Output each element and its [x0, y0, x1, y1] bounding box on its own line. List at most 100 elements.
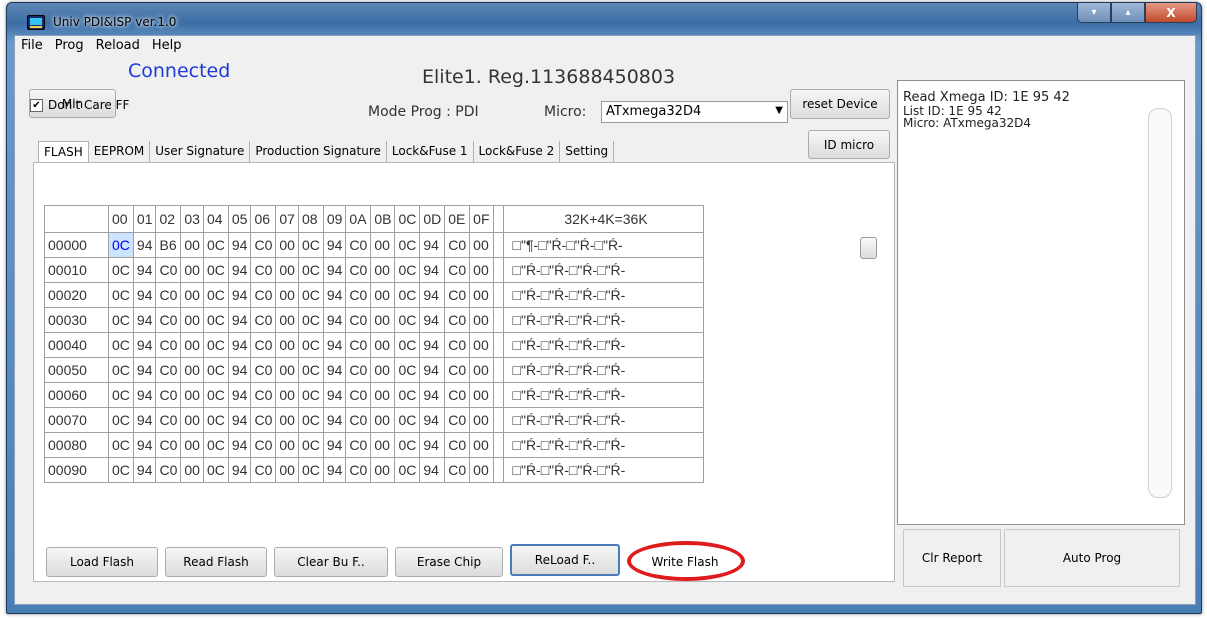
hex-cell[interactable]: C0 — [155, 257, 182, 283]
ascii-cell[interactable]: □"Ŕ-□"Ŕ-□"Ŕ-□"Ŕ- — [502, 432, 704, 458]
hex-cell[interactable]: 0C — [394, 232, 421, 258]
hex-cell[interactable]: 00 — [275, 232, 299, 258]
menu-reload[interactable]: Reload — [90, 36, 146, 56]
hex-row[interactable]: 00030 0C 94 C0 00 0C 94 C0 00 0C 94 C0 00 0C 94 C0 00 □"Ŕ… — [44, 307, 704, 333]
hex-cell[interactable]: C0 — [444, 307, 471, 333]
hex-cell[interactable]: 0C — [394, 457, 421, 483]
hex-row[interactable]: 00020 0C 94 C0 00 0C 94 C0 00 0C 94 C0 00 0C 94 C0 00 □"Ŕ… — [44, 282, 704, 308]
hex-cell[interactable]: C0 — [444, 357, 471, 383]
hex-cell[interactable]: 0C — [108, 357, 134, 383]
hex-cell[interactable]: 94 — [322, 282, 347, 308]
hex-cell[interactable]: 94 — [132, 232, 157, 258]
hex-cell[interactable]: C0 — [250, 432, 277, 458]
reset-device-button[interactable]: reset Device — [790, 89, 890, 119]
ascii-cell[interactable]: □"Ŕ-□"Ŕ-□"Ŕ-□"Ŕ- — [502, 357, 704, 383]
hex-cell[interactable]: 0C — [202, 432, 229, 458]
ascii-cell[interactable]: □"Ŕ-□"Ŕ-□"Ŕ-□"Ŕ- — [502, 407, 704, 433]
ascii-cell[interactable]: □"Ŕ-□"Ŕ-□"Ŕ-□"Ŕ- — [502, 332, 704, 358]
hex-row[interactable]: 00000 0C 94 B6 00 0C 94 C0 00 0C 94 C0 00 0C 94 C0 00 □"¶… — [44, 232, 704, 258]
hex-cell[interactable]: 94 — [322, 432, 347, 458]
hex-cell[interactable]: 00 — [275, 407, 299, 433]
hex-cell[interactable]: 0C — [108, 232, 134, 258]
hex-cell[interactable]: 00 — [370, 357, 396, 383]
hex-cell[interactable]: C0 — [250, 457, 277, 483]
hex-cell[interactable]: 94 — [322, 232, 347, 258]
hex-cell[interactable]: 00 — [370, 332, 396, 358]
grid-scroll-thumb[interactable] — [860, 237, 877, 259]
ascii-cell[interactable]: □"Ŕ-□"Ŕ-□"Ŕ-□"Ŕ- — [502, 457, 704, 483]
hex-cell[interactable]: 94 — [227, 382, 252, 408]
hex-cell[interactable]: C0 — [250, 357, 277, 383]
hex-cell[interactable]: 0C — [394, 407, 421, 433]
hex-cell[interactable]: 00 — [370, 282, 396, 308]
hex-cell[interactable]: 0C — [297, 382, 324, 408]
hex-cell[interactable]: 94 — [322, 382, 347, 408]
hex-cell[interactable]: 00 — [180, 457, 204, 483]
hex-cell[interactable]: 00 — [370, 382, 396, 408]
hex-row[interactable]: 00010 0C 94 C0 00 0C 94 C0 00 0C 94 C0 00 0C 94 C0 00 □"Ŕ… — [44, 257, 704, 283]
hex-cell[interactable]: 00 — [469, 432, 494, 458]
hex-cell[interactable]: 0C — [394, 282, 421, 308]
hex-cell[interactable]: 94 — [419, 232, 446, 258]
hex-cell[interactable]: 0C — [394, 307, 421, 333]
hex-cell[interactable]: 94 — [227, 332, 252, 358]
title-bar[interactable]: Univ PDI&ISP ver.1.0 ▾ ▴ X — [7, 3, 1201, 35]
hex-cell[interactable]: 94 — [322, 357, 347, 383]
close-button[interactable]: X — [1145, 3, 1197, 23]
hex-cell[interactable]: 00 — [275, 457, 299, 483]
hex-row[interactable]: 00050 0C 94 C0 00 0C 94 C0 00 0C 94 C0 00 0C 94 C0 00 □"Ŕ… — [44, 357, 704, 383]
hex-cell[interactable]: C0 — [345, 307, 372, 333]
hex-cell[interactable]: 00 — [469, 232, 494, 258]
hex-cell[interactable]: 00 — [180, 232, 204, 258]
hex-cell[interactable]: 00 — [469, 307, 494, 333]
hex-row[interactable]: 00070 0C 94 C0 00 0C 94 C0 00 0C 94 C0 00 0C 94 C0 00 □"Ŕ… — [44, 407, 704, 433]
hex-cell[interactable]: 0C — [297, 282, 324, 308]
hex-cell[interactable]: 0C — [108, 457, 134, 483]
hex-cell[interactable]: C0 — [444, 332, 471, 358]
clear-buffer-button[interactable]: Clear Bu F.. — [274, 547, 388, 577]
hex-cell[interactable]: 00 — [469, 357, 494, 383]
hex-cell[interactable]: C0 — [155, 382, 182, 408]
hex-cell[interactable]: 00 — [370, 257, 396, 283]
id-micro-button[interactable]: ID micro — [808, 130, 890, 159]
hex-cell[interactable]: 94 — [227, 307, 252, 333]
hex-cell[interactable]: 94 — [132, 257, 157, 283]
hex-cell[interactable]: 94 — [419, 382, 446, 408]
hex-cell[interactable]: 94 — [419, 407, 446, 433]
hex-cell[interactable]: 0C — [108, 407, 134, 433]
hex-cell[interactable]: 00 — [275, 257, 299, 283]
hex-cell[interactable]: 0C — [108, 282, 134, 308]
report-scrollbar[interactable] — [1148, 108, 1172, 498]
hex-cell[interactable]: 00 — [275, 357, 299, 383]
maximize-button[interactable]: ▴ — [1111, 3, 1145, 23]
hex-cell[interactable]: 0C — [108, 432, 134, 458]
hex-cell[interactable]: 94 — [227, 432, 252, 458]
hex-cell[interactable]: C0 — [444, 282, 471, 308]
hex-cell[interactable]: 94 — [227, 282, 252, 308]
hex-cell[interactable]: 0C — [297, 432, 324, 458]
hex-cell[interactable]: 94 — [227, 407, 252, 433]
hex-cell[interactable]: 0C — [297, 307, 324, 333]
hex-cell[interactable]: 0C — [297, 332, 324, 358]
ascii-cell[interactable]: □"Ŕ-□"Ŕ-□"Ŕ-□"Ŕ- — [502, 257, 704, 283]
hex-cell[interactable]: 0C — [202, 457, 229, 483]
hex-cell[interactable]: 0C — [297, 232, 324, 258]
hex-cell[interactable]: 0C — [108, 307, 134, 333]
hex-cell[interactable]: 0C — [297, 357, 324, 383]
hex-cell[interactable]: 0C — [202, 232, 229, 258]
hex-cell[interactable]: 00 — [469, 257, 494, 283]
read-flash-button[interactable]: Read Flash — [165, 547, 267, 577]
hex-cell[interactable]: 00 — [275, 432, 299, 458]
hex-cell[interactable]: 00 — [370, 432, 396, 458]
hex-cell[interactable]: 94 — [322, 457, 347, 483]
hex-cell[interactable]: 00 — [370, 407, 396, 433]
menu-prog[interactable]: Prog — [49, 36, 90, 56]
grid-scrollbar[interactable] — [857, 206, 881, 539]
minimize-button[interactable]: ▾ — [1077, 3, 1111, 23]
hex-cell[interactable]: C0 — [155, 407, 182, 433]
hex-cell[interactable]: 0C — [394, 257, 421, 283]
report-panel[interactable]: Read Xmega ID: 1E 95 42 List ID: 1E 95 4… — [897, 80, 1185, 525]
hex-grid[interactable]: 00 01 02 03 04 05 06 07 08 09 0A 0B 0C 0… — [44, 205, 704, 483]
hex-cell[interactable]: 94 — [419, 282, 446, 308]
hex-cell[interactable]: 0C — [394, 357, 421, 383]
